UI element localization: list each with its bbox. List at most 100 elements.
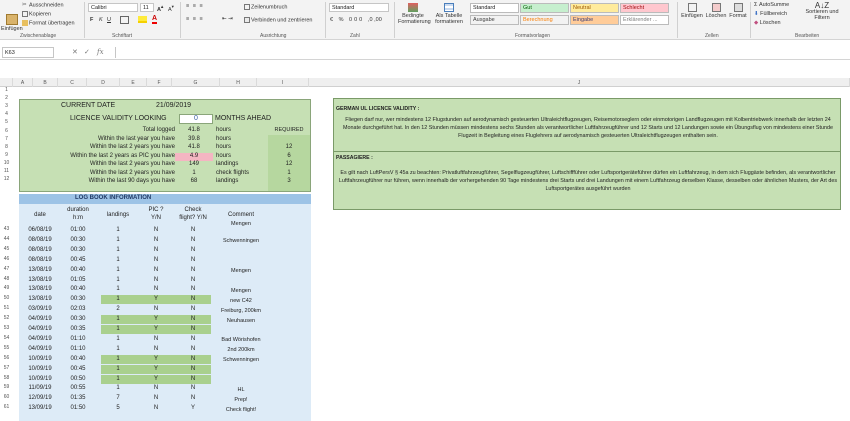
column-header[interactable]: G	[172, 78, 220, 87]
row-header[interactable]: 48	[0, 276, 13, 282]
row-header[interactable]: 4	[0, 111, 13, 117]
row-header[interactable]: 43	[0, 226, 13, 232]
row-header[interactable]: 58	[0, 375, 13, 381]
row-header[interactable]: 8	[0, 144, 13, 150]
wrap-text-button[interactable]: Zeilenumbruch	[244, 4, 287, 10]
function-icon[interactable]: fx	[97, 48, 104, 56]
current-date-value: 21/09/2019	[156, 102, 192, 109]
grow-font-button[interactable]: A▴	[157, 4, 163, 13]
row-header[interactable]: 51	[0, 305, 13, 311]
row-header[interactable]: 50	[0, 295, 13, 301]
row-header[interactable]: 49	[0, 285, 13, 291]
column-header[interactable]: F	[147, 78, 172, 87]
log-cell-date: 08/08/19	[28, 246, 52, 253]
cell-style-0[interactable]: Standard	[470, 3, 519, 13]
cell-style-7[interactable]: Erklärender ...	[620, 15, 669, 25]
cell-style-4[interactable]: Ausgabe	[470, 15, 519, 25]
row-header[interactable]: 44	[0, 236, 13, 242]
delete-cells-button[interactable]: Löschen	[705, 3, 727, 19]
row-header[interactable]: 6	[0, 128, 13, 134]
col-header-comment: Comment	[227, 212, 254, 218]
summary-value: 41.8	[188, 144, 200, 150]
align-top-icon[interactable]: ≡ ≡ ≡	[186, 3, 204, 9]
row-header[interactable]: 10	[0, 160, 13, 166]
paste-button[interactable]: Einfügen	[1, 14, 23, 32]
row-header[interactable]: 7	[0, 136, 13, 142]
column-header[interactable]: J	[309, 78, 850, 87]
clear-button[interactable]: ◆ Löschen	[754, 20, 781, 26]
select-all-corner[interactable]	[0, 78, 13, 87]
row-header[interactable]: 61	[0, 404, 13, 410]
row-header[interactable]: 46	[0, 256, 13, 262]
log-cell-chk: N	[190, 385, 196, 392]
format-cells-button[interactable]: Format	[728, 3, 748, 19]
row-header[interactable]: 45	[0, 246, 13, 252]
autosum-button[interactable]: Σ AutoSumme	[754, 2, 789, 8]
summary-unit: landings	[216, 161, 239, 167]
column-header[interactable]: A	[13, 78, 33, 87]
column-header[interactable]: B	[33, 78, 58, 87]
row-header[interactable]: 52	[0, 315, 13, 321]
column-header[interactable]: I	[257, 78, 309, 87]
indent-icon[interactable]: ⇤ ⇥	[222, 16, 233, 22]
cancel-icon[interactable]: ✕	[72, 48, 78, 56]
log-cell-dur: 00:30	[70, 246, 86, 253]
enter-icon[interactable]: ✓	[84, 48, 90, 56]
log-cell-date: 13/08/19	[28, 276, 52, 283]
cell-style-6[interactable]: Eingabe	[570, 15, 619, 25]
cell-style-1[interactable]: Gut	[520, 3, 569, 13]
bold-button[interactable]: F	[90, 17, 93, 23]
ribbon: Einfügen ✂ Ausschneiden Kopieren Format ü…	[0, 0, 850, 40]
column-header[interactable]: D	[87, 78, 120, 87]
row-header[interactable]: 59	[0, 384, 13, 390]
number-format-combo[interactable]: Standard	[329, 3, 389, 12]
copy-button[interactable]: Kopieren	[22, 11, 51, 17]
align-left-icon[interactable]: ≡ ≡ ≡	[186, 16, 204, 22]
row-header[interactable]: 54	[0, 335, 13, 341]
row-header[interactable]: 47	[0, 266, 13, 272]
cell-style-5[interactable]: Berechnung	[520, 15, 569, 25]
log-cell-pic: N	[153, 286, 159, 293]
row-header[interactable]: 53	[0, 325, 13, 331]
shrink-font-button[interactable]: A▾	[168, 4, 174, 13]
insert-cells-button[interactable]: Einfügen	[681, 3, 703, 19]
log-cell-dur: 00:30	[70, 236, 86, 243]
row-header[interactable]: 2	[0, 95, 13, 101]
formula-input[interactable]	[115, 47, 848, 58]
decimal-icons[interactable]: ,0 ,00	[368, 17, 382, 23]
row-header[interactable]: 3	[0, 103, 13, 109]
conditional-format-button[interactable]: Bedingte Formatierung	[398, 3, 431, 25]
font-name-combo[interactable]: Calibri	[88, 3, 138, 12]
fill-color-icon[interactable]	[138, 16, 147, 23]
row-header[interactable]: 56	[0, 355, 13, 361]
borders-icon[interactable]	[120, 16, 129, 24]
merge-center-button[interactable]: Verbinden und zentrieren	[244, 17, 312, 23]
column-header[interactable]: C	[58, 78, 87, 87]
cell-style-3[interactable]: Schlecht	[620, 3, 669, 13]
log-cell-dur: 00:45	[70, 365, 86, 372]
italic-button[interactable]: K	[99, 17, 103, 23]
autosum-label: AutoSumme	[758, 2, 790, 8]
row-header[interactable]: 9	[0, 152, 13, 158]
row-header[interactable]: 1	[0, 87, 13, 93]
row-header[interactable]: 55	[0, 345, 13, 351]
row-header[interactable]: 11	[0, 168, 13, 174]
column-header[interactable]: E	[120, 78, 147, 87]
column-header[interactable]: H	[220, 78, 257, 87]
row-header[interactable]: 12	[0, 176, 13, 182]
row-header[interactable]: 60	[0, 394, 13, 400]
row-header[interactable]: 5	[0, 119, 13, 125]
log-cell-pic: N	[153, 236, 159, 243]
cell-style-2[interactable]: Neutral	[570, 3, 619, 13]
font-size-combo[interactable]: 11	[140, 3, 154, 12]
fill-button[interactable]: ⬇ Füllbereich	[754, 11, 787, 17]
format-as-table-button[interactable]: Als Tabelle formatieren	[434, 3, 464, 25]
font-color-icon[interactable]: A	[152, 15, 158, 24]
row-header[interactable]: 57	[0, 365, 13, 371]
cut-button[interactable]: ✂ Ausschneiden	[22, 2, 64, 8]
format-painter-button[interactable]: Format übertragen	[22, 20, 75, 26]
name-box[interactable]: K63	[2, 47, 54, 58]
underline-button[interactable]: U	[107, 17, 111, 23]
currency-percent-icons[interactable]: € % 000	[330, 17, 364, 23]
sort-filter-button[interactable]: A↓Z Sortieren und Filtern	[802, 2, 842, 22]
